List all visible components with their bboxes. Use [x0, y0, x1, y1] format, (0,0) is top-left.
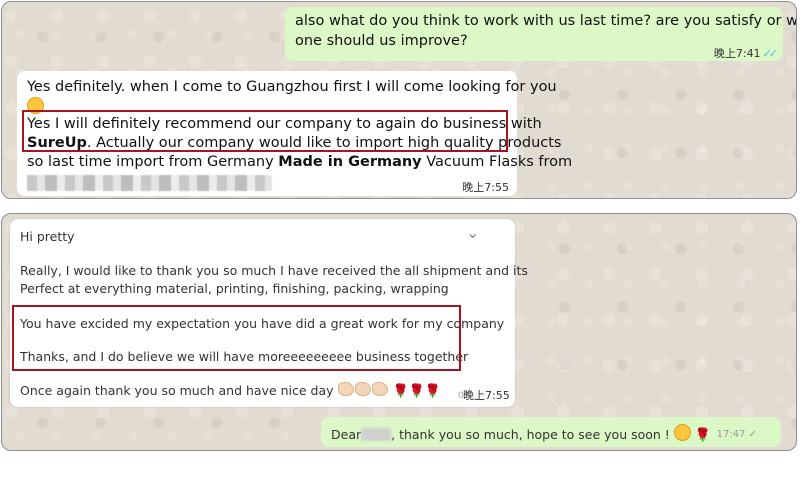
product-origin-bold: Made in Germany — [278, 154, 422, 170]
message-text-segment: Once again thank you so much and have ni… — [20, 383, 334, 398]
highlight-box — [12, 305, 461, 371]
redacted-text — [27, 173, 272, 192]
timestamp-text: 晚上7:41 — [713, 47, 761, 60]
read-ticks-icon: ✓✓ — [762, 47, 779, 60]
message-text-segment: so last time import from Germany — [27, 154, 279, 170]
message-text: Perfect at everything material, printing… — [20, 281, 449, 296]
message-timestamp: 晚上7:55 — [462, 181, 509, 194]
message-text: Dear , thank you so much, hope to see you… — [331, 424, 711, 443]
message-text-segment: Dear — [331, 427, 362, 442]
message-text-segment: , thank you so much, hope to see you soo… — [391, 427, 670, 442]
outgoing-message-bubble[interactable]: also what do you think to work with us l… — [285, 7, 796, 61]
message-text: Really, I would like to thank you so muc… — [20, 263, 528, 278]
rose-emoji-icon: 🌹🌹🌹 — [392, 384, 442, 399]
check-icon: ✓ — [748, 429, 757, 440]
chevron-down-icon[interactable]: ⌄ — [466, 223, 479, 242]
message-text: one should us improve? — [295, 33, 468, 49]
message-text: so last time import from Germany Made in… — [27, 154, 572, 170]
redaction-blur — [27, 175, 272, 191]
highlight-box — [22, 110, 508, 152]
timestamp-text: 17:47 — [716, 429, 746, 440]
message-text-segment: Yes definitely. when I come to Guangzhou… — [27, 79, 557, 95]
redacted-name — [361, 428, 392, 441]
clapping-hands-icon — [354, 382, 371, 396]
message-text: Yes definitely. when I come to Guangzhou… — [27, 79, 557, 95]
clapping-hands-icon — [337, 382, 354, 396]
message-text: also what do you think to work with us l… — [295, 13, 797, 29]
message-timestamp: 晚上7:41 ✓✓ — [713, 45, 779, 61]
rose-emoji-icon: 🌹 — [694, 428, 711, 443]
greeting-text: Hi pretty — [20, 229, 75, 244]
message-text-segment: Vacuum Flasks from — [421, 154, 573, 170]
chat-screenshot-top: also what do you think to work with us l… — [1, 1, 797, 199]
chat-screenshot-bottom: Hi pretty ⌄ Really, I would like to than… — [1, 213, 797, 451]
message-timestamp: 晚上7:55 — [463, 389, 510, 402]
message-text: Once again thank you so much and have ni… — [20, 382, 441, 399]
clapping-hands-icon — [371, 382, 388, 396]
grinning-emoji-icon — [673, 424, 691, 441]
outgoing-message-bubble[interactable]: Dear , thank you so much, hope to see you… — [321, 417, 781, 447]
message-timestamp: 17:47 ✓ — [717, 429, 757, 440]
